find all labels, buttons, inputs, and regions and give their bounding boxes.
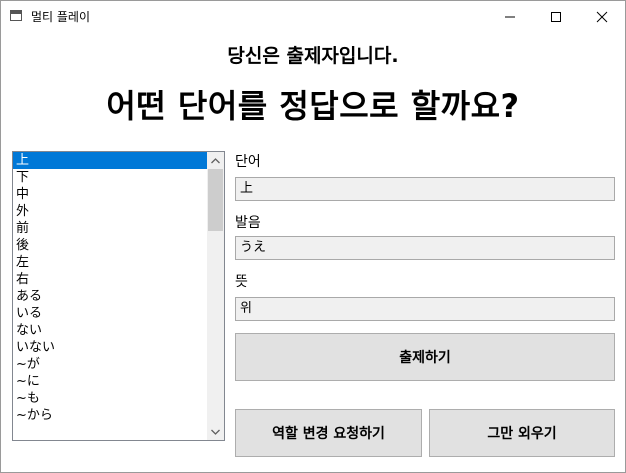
main-window: 멀티 플레이 당신은 출제자입니다. 어떤 단어를 정답으로 할까요? 上 下 …: [0, 0, 626, 473]
stop-studying-button[interactable]: 그만 외우기: [429, 409, 615, 457]
list-item[interactable]: ~から: [13, 407, 208, 424]
list-item[interactable]: 上: [13, 152, 208, 169]
scroll-up-button[interactable]: [207, 152, 224, 169]
title-bar[interactable]: 멀티 플레이: [1, 1, 625, 32]
word-field[interactable]: 上: [235, 177, 615, 201]
word-listbox[interactable]: 上 下 中 外 前 後 左 右 ある いる ない いない ~が ~に ~も ~か…: [12, 151, 225, 441]
list-item[interactable]: 中: [13, 186, 208, 203]
request-role-change-button[interactable]: 역할 변경 요청하기: [235, 409, 422, 457]
meaning-label: 뜻: [235, 274, 248, 290]
minimize-icon: [505, 16, 515, 17]
minimize-button[interactable]: [487, 1, 533, 32]
list-item[interactable]: ~に: [13, 373, 208, 390]
list-scrollbar[interactable]: [207, 152, 224, 440]
meaning-field[interactable]: 위: [235, 297, 615, 321]
pronunciation-field[interactable]: うえ: [235, 236, 615, 260]
list-item[interactable]: 右: [13, 271, 208, 288]
list-item[interactable]: 左: [13, 254, 208, 271]
app-window-icon: [10, 10, 22, 21]
list-item[interactable]: 下: [13, 169, 208, 186]
word-label: 단어: [235, 154, 261, 170]
list-item[interactable]: いない: [13, 339, 208, 356]
list-item[interactable]: 前: [13, 220, 208, 237]
list-item[interactable]: いる: [13, 305, 208, 322]
list-item[interactable]: 外: [13, 203, 208, 220]
scroll-thumb[interactable]: [208, 169, 223, 231]
window-title: 멀티 플레이: [31, 10, 91, 24]
list-item[interactable]: ない: [13, 322, 208, 339]
chevron-up-icon: [211, 157, 220, 163]
list-item[interactable]: ある: [13, 288, 208, 305]
submit-question-button[interactable]: 출제하기: [235, 333, 615, 381]
close-icon: [596, 11, 608, 22]
role-subtitle: 당신은 출제자입니다.: [227, 45, 399, 67]
list-item[interactable]: 後: [13, 237, 208, 254]
chevron-down-icon: [211, 429, 220, 435]
list-item[interactable]: ~も: [13, 390, 208, 407]
maximize-button[interactable]: [533, 1, 579, 32]
word-list-items: 上 下 中 外 前 後 左 右 ある いる ない いない ~が ~に ~も ~か…: [13, 152, 208, 424]
maximize-icon: [551, 11, 561, 22]
close-button[interactable]: [579, 1, 625, 32]
list-item[interactable]: ~が: [13, 356, 208, 373]
scroll-down-button[interactable]: [207, 423, 224, 440]
pronunciation-label: 발음: [235, 215, 261, 231]
question-heading: 어떤 단어를 정답으로 할까요?: [106, 87, 520, 125]
